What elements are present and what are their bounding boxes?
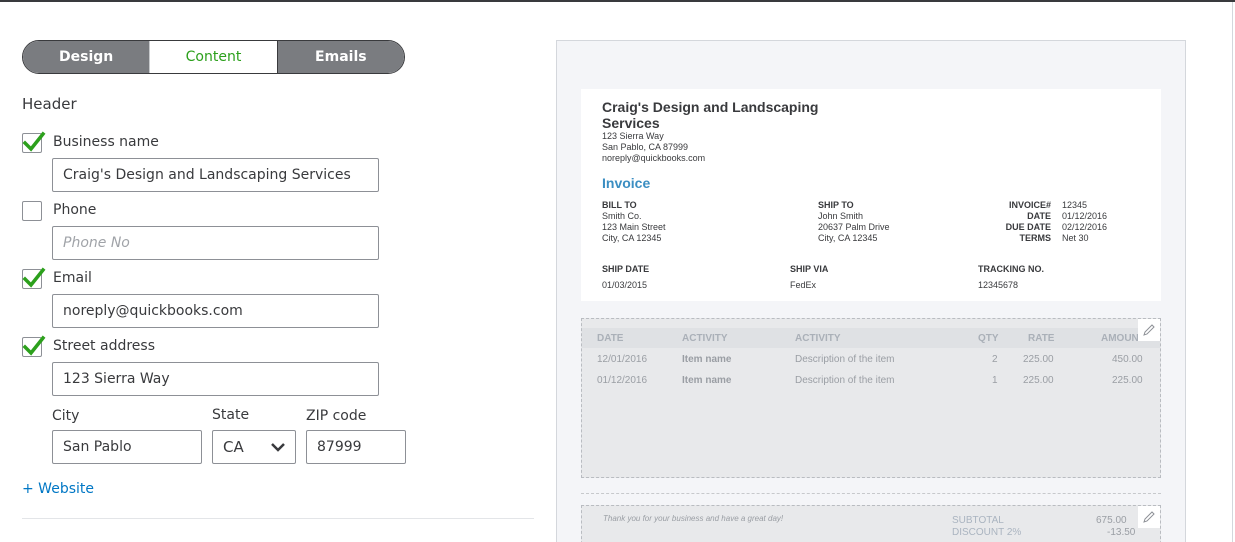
company-address1: 123 Sierra Way [602,131,664,141]
due-date-label: DUE DATE [1005,222,1051,232]
invoice-header-sheet[interactable]: Craig's Design and Landscaping Services … [581,89,1161,301]
add-website-link[interactable]: + Website [22,481,94,497]
divider [22,518,534,519]
ship-to-line2: 20637 Palm Drive [818,222,890,232]
invoice-preview: Craig's Design and Landscaping Services … [556,40,1186,542]
ship-to-line3: City, CA 12345 [818,233,878,243]
edit-footer-button[interactable] [1138,506,1160,528]
business-name-label: Business name [53,134,159,150]
tab-content[interactable]: Content [149,41,278,73]
tab-emails[interactable]: Emails [277,41,404,73]
email-checkbox[interactable] [22,267,46,289]
zip-field[interactable] [306,430,406,464]
subtotal-value: 675.00 [1096,515,1127,526]
row-qty: 2 [992,354,998,365]
city-label: City [52,408,80,424]
company-address2: San Pablo, CA 87999 [602,142,689,152]
row-description: Description of the item [795,375,895,386]
discount-label: DISCOUNT 2% [952,527,1022,538]
company-name-line1: Craig's Design and Landscaping [602,99,819,115]
top-border [0,0,1235,2]
street-address-label: Street address [53,338,155,354]
phone-checkbox[interactable] [22,201,42,221]
zip-input[interactable] [317,439,395,455]
bill-to-label: BILL TO [602,200,637,210]
tracking-value: 12345678 [978,280,1019,290]
ship-via-label: SHIP VIA [790,264,829,274]
business-name-field[interactable] [52,158,379,192]
ship-to-label: SHIP TO [818,200,854,210]
pencil-icon [1143,511,1155,523]
col-date: DATE [597,333,624,344]
date-label: DATE [1027,211,1051,221]
row-date: 01/12/2016 [597,375,648,386]
city-input[interactable] [63,439,191,455]
street-address-field[interactable] [52,362,379,396]
company-name-line2: Services [602,115,660,131]
ship-via-value: FedEx [790,280,817,290]
invoice-footer[interactable]: Thank you for your business and have a g… [581,505,1161,542]
col-qty: QTY [978,333,999,344]
row-date: 12/01/2016 [597,354,648,365]
due-date-value: 02/12/2016 [1062,222,1108,232]
invoice-title: Invoice [602,175,651,191]
pencil-icon [1143,324,1155,336]
row-description: Description of the item [795,354,895,365]
state-value: CA [223,438,244,456]
checkmark-icon [22,335,46,356]
company-name: Craig's Design and Landscaping Services [602,99,818,131]
zip-label: ZIP code [306,408,367,424]
email-label: Email [53,270,92,286]
edit-table-button[interactable] [1138,319,1160,341]
col-rate: RATE [1028,333,1055,344]
business-name-input[interactable] [63,167,368,183]
row-qty: 1 [992,375,998,386]
checkmark-icon [22,267,46,288]
street-address-input[interactable] [63,371,368,387]
state-label: State [212,407,250,423]
row-amount: 225.00 [1112,375,1143,386]
section-title: Header [22,95,77,113]
ship-to-line1: John Smith [818,211,864,221]
company-email: noreply@quickbooks.com [602,153,706,163]
state-select[interactable]: CA [212,430,296,464]
bill-to-line3: City, CA 12345 [602,233,662,243]
row-activity: Item name [682,354,732,365]
row-rate: 225.00 [1023,375,1054,386]
street-address-checkbox[interactable] [22,335,46,357]
tab-design[interactable]: Design [23,41,150,73]
ship-date-label: SHIP DATE [602,264,650,274]
bill-to-line1: Smith Co. [602,211,642,221]
chevron-down-icon [271,443,285,452]
thanks-message: Thank you for your business and have a g… [603,514,784,523]
business-name-checkbox[interactable] [22,131,46,153]
checkmark-icon [22,131,46,152]
row-amount: 450.00 [1112,354,1143,365]
right-border [1232,2,1233,542]
tab-bar: Design Content Emails [22,40,405,74]
line-items-table[interactable]: DATE ACTIVITY ACTIVITY QTY RATE AMOUNT 1… [581,318,1161,478]
separator [581,493,1161,494]
terms-label: TERMS [1019,233,1052,243]
subtotal-label: SUBTOTAL [952,515,1004,526]
invoice-number-value: 12345 [1062,200,1088,210]
phone-field[interactable] [52,226,379,260]
email-input[interactable] [63,303,368,319]
discount-value: -13.50 [1107,527,1136,538]
ship-date-value: 01/03/2015 [602,280,648,290]
table-header: DATE ACTIVITY ACTIVITY QTY RATE AMOUNT [582,328,1160,348]
tracking-label: TRACKING NO. [978,264,1044,274]
row-activity: Item name [682,375,732,386]
city-field[interactable] [52,430,202,464]
col-activity: ACTIVITY [682,333,728,344]
email-field[interactable] [52,294,379,328]
terms-value: Net 30 [1062,233,1089,243]
invoice-number-label: INVOICE# [1008,200,1051,210]
col-description: ACTIVITY [795,333,841,344]
bill-to-line2: 123 Main Street [602,222,666,232]
date-value: 01/12/2016 [1062,211,1108,221]
phone-input[interactable] [63,235,368,251]
row-rate: 225.00 [1023,354,1054,365]
phone-label: Phone [53,202,97,218]
